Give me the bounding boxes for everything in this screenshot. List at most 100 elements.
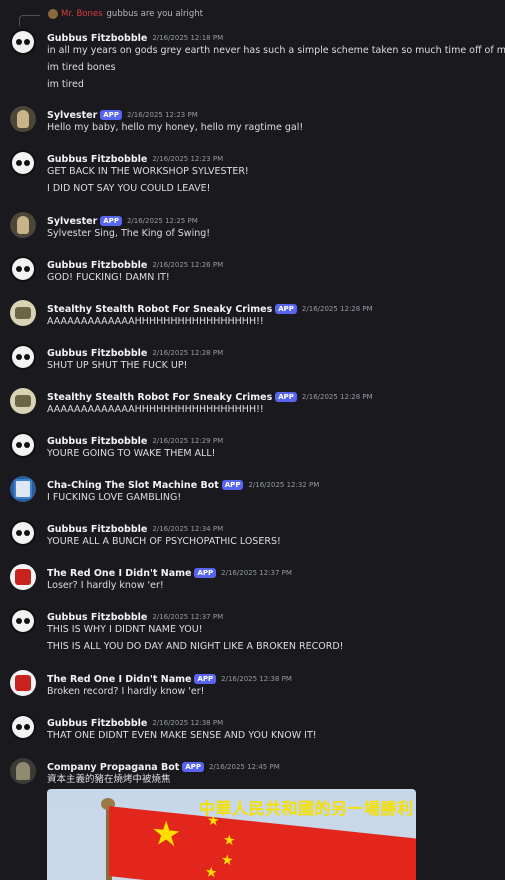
- author-name[interactable]: Stealthy Stealth Robot For Sneaky Crimes: [47, 392, 272, 403]
- message-text: im tired: [47, 79, 84, 90]
- timestamp[interactable]: 2/16/2025 12:25 PM: [127, 217, 198, 225]
- avatar[interactable]: [10, 432, 36, 458]
- reply-text: gubbus are you alright: [106, 9, 203, 19]
- message-text: Broken record? I hardly know 'er!: [47, 686, 205, 697]
- app-badge: APP: [275, 304, 297, 314]
- avatar[interactable]: [10, 300, 36, 326]
- message-text: Loser? I hardly know 'er!: [47, 580, 164, 591]
- timestamp[interactable]: 2/16/2025 12:38 PM: [152, 719, 223, 727]
- avatar[interactable]: [10, 29, 36, 55]
- author-name[interactable]: The Red One I Didn't Name: [47, 568, 191, 579]
- message-header: Stealthy Stealth Robot For Sneaky Crimes…: [47, 388, 373, 403]
- skull-icon: [12, 610, 34, 632]
- app-badge: APP: [100, 110, 122, 120]
- message-text: THIS IS ALL YOU DO DAY AND NIGHT LIKE A …: [47, 641, 344, 652]
- avatar[interactable]: [10, 714, 36, 740]
- avatar[interactable]: [10, 670, 36, 696]
- timestamp[interactable]: 2/16/2025 12:32 PM: [248, 481, 319, 489]
- author-name[interactable]: Gubbus Fitzbobble: [47, 348, 147, 359]
- avatar[interactable]: [10, 106, 36, 132]
- timestamp[interactable]: 2/16/2025 12:28 PM: [302, 305, 373, 313]
- timestamp[interactable]: 2/16/2025 12:28 PM: [152, 349, 223, 357]
- avatar[interactable]: [10, 344, 36, 370]
- author-name[interactable]: Gubbus Fitzbobble: [47, 524, 147, 535]
- avatar[interactable]: [10, 256, 36, 282]
- avatar-figure: [15, 307, 31, 319]
- avatar[interactable]: [10, 758, 36, 784]
- author-name[interactable]: Gubbus Fitzbobble: [47, 260, 147, 271]
- timestamp[interactable]: 2/16/2025 12:23 PM: [127, 111, 198, 119]
- message-text: 資本主義的豬在燒烤中被燒焦: [47, 774, 171, 785]
- timestamp[interactable]: 2/16/2025 12:18 PM: [152, 34, 223, 42]
- message-text: YOURE ALL A BUNCH OF PSYCHOPATHIC LOSERS…: [47, 536, 281, 547]
- message-header: Cha-Ching The Slot Machine Bot APP 2/16/20…: [47, 476, 319, 491]
- author-name[interactable]: The Red One I Didn't Name: [47, 674, 191, 685]
- embed-caption: 中華人民共和國的另一場勝利: [199, 799, 414, 818]
- message-text: AAAAAAAAAAAAAHHHHHHHHHHHHHHHHH!!: [47, 316, 264, 327]
- avatar[interactable]: [10, 212, 36, 238]
- avatar-figure: [17, 110, 29, 128]
- message-header: Stealthy Stealth Robot For Sneaky Crimes…: [47, 300, 373, 315]
- author-name[interactable]: Gubbus Fitzbobble: [47, 718, 147, 729]
- star-icon: ★: [205, 864, 218, 880]
- author-name[interactable]: Stealthy Stealth Robot For Sneaky Crimes: [47, 304, 272, 315]
- embed-image[interactable]: ★ ★ ★ ★ ★ 中華人民共和國的另一場勝利: [47, 789, 416, 880]
- author-name[interactable]: Sylvester: [47, 216, 97, 227]
- avatar[interactable]: [10, 564, 36, 590]
- message-header: Gubbus Fitzbobble 2/16/2025 12:34 PM: [47, 520, 223, 535]
- timestamp[interactable]: 2/16/2025 12:26 PM: [152, 261, 223, 269]
- avatar[interactable]: [10, 520, 36, 546]
- app-badge: APP: [182, 762, 204, 772]
- timestamp[interactable]: 2/16/2025 12:37 PM: [152, 613, 223, 621]
- message-text: I FUCKING LOVE GAMBLING!: [47, 492, 182, 503]
- message-text: I DID NOT SAY YOU COULD LEAVE!: [47, 183, 211, 194]
- avatar-figure: [15, 569, 31, 585]
- message-header: Gubbus Fitzbobble 2/16/2025 12:23 PM: [47, 150, 223, 165]
- app-badge: APP: [194, 568, 217, 578]
- avatar[interactable]: [10, 476, 36, 502]
- skull-icon: [12, 522, 34, 544]
- message-header: The Red One I Didn't Name APP 2/16/2025 12…: [47, 670, 292, 685]
- message-header: Sylvester APP 2/16/2025 12:23 PM: [47, 106, 198, 121]
- author-name[interactable]: Gubbus Fitzbobble: [47, 154, 147, 165]
- message-text: GET BACK IN THE WORKSHOP SYLVESTER!: [47, 166, 249, 177]
- avatar[interactable]: [10, 388, 36, 414]
- timestamp[interactable]: 2/16/2025 12:45 PM: [209, 763, 280, 771]
- avatar[interactable]: [10, 150, 36, 176]
- message-text: YOURE GOING TO WAKE THEM ALL!: [47, 448, 216, 459]
- star-icon: ★: [223, 832, 236, 850]
- author-name[interactable]: Cha-Ching The Slot Machine Bot: [47, 480, 219, 491]
- reply-avatar: [48, 8, 58, 19]
- message-text: GOD! FUCKING! DAMN IT!: [47, 272, 170, 283]
- author-name[interactable]: Gubbus Fitzbobble: [47, 33, 147, 44]
- skull-icon: [12, 152, 34, 174]
- message-header: Gubbus Fitzbobble 2/16/2025 12:26 PM: [47, 256, 223, 271]
- app-badge: APP: [221, 480, 244, 490]
- author-name[interactable]: Sylvester: [47, 110, 97, 121]
- message-header: Gubbus Fitzbobble 2/16/2025 12:28 PM: [47, 344, 223, 359]
- chat-log: Mr. Bones gubbus are you alright Gubbus F…: [0, 0, 505, 880]
- timestamp[interactable]: 2/16/2025 12:29 PM: [152, 437, 223, 445]
- timestamp[interactable]: 2/16/2025 12:37 PM: [221, 569, 292, 577]
- message-header: Gubbus Fitzbobble 2/16/2025 12:38 PM: [47, 714, 223, 729]
- avatar-figure: [16, 762, 30, 780]
- avatar-figure: [17, 216, 29, 234]
- timestamp[interactable]: 2/16/2025 12:34 PM: [152, 525, 223, 533]
- star-icon: ★: [221, 851, 234, 870]
- avatar-figure: [15, 675, 31, 691]
- timestamp[interactable]: 2/16/2025 12:38 PM: [221, 675, 292, 683]
- timestamp[interactable]: 2/16/2025 12:28 PM: [302, 393, 373, 401]
- app-badge: APP: [275, 392, 297, 402]
- message-header: Gubbus Fitzbobble 2/16/2025 12:18 PM: [47, 29, 223, 44]
- reply-preview[interactable]: Mr. Bones gubbus are you alright: [12, 4, 203, 24]
- message-text: AAAAAAAAAAAAAHHHHHHHHHHHHHHHHH!!: [47, 404, 264, 415]
- app-badge: APP: [100, 216, 122, 226]
- author-name[interactable]: Gubbus Fitzbobble: [47, 436, 147, 447]
- reply-author[interactable]: Mr. Bones: [61, 9, 103, 19]
- message-text: SHUT UP SHUT THE FUCK UP!: [47, 360, 188, 371]
- author-name[interactable]: Gubbus Fitzbobble: [47, 612, 147, 623]
- avatar[interactable]: [10, 608, 36, 634]
- timestamp[interactable]: 2/16/2025 12:23 PM: [152, 155, 223, 163]
- message-header: Gubbus Fitzbobble 2/16/2025 12:37 PM: [47, 608, 223, 623]
- author-name[interactable]: Company Propagana Bot: [47, 762, 179, 773]
